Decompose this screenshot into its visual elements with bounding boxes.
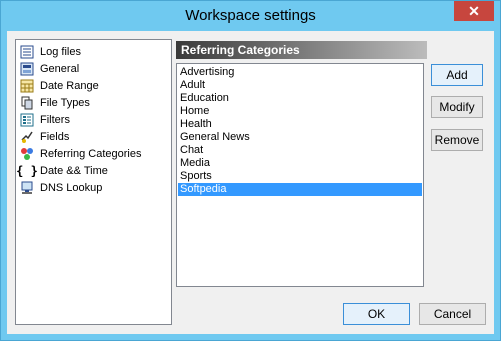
list-item[interactable]: Health [178,118,422,131]
tree-item-label: Log files [40,45,81,58]
log-files-icon [20,45,34,59]
tree-item-label: Referring Categories [40,147,142,160]
categories-list[interactable]: Advertising Adult Education Home Health … [176,63,424,287]
file-types-icon [20,96,34,110]
tree-item-label: Filters [40,113,70,126]
list-item[interactable]: Education [178,92,422,105]
computer-icon [20,181,34,195]
tree-item-dns-lookup[interactable]: DNS Lookup [20,179,102,196]
list-item[interactable]: Home [178,105,422,118]
filters-icon [20,113,34,127]
fields-icon [20,130,34,144]
tree-item-filters[interactable]: Filters [20,111,70,128]
list-item[interactable]: Adult [178,79,422,92]
window-title: Workspace settings [185,7,316,24]
tree-item-log-files[interactable]: Log files [20,43,81,60]
list-item[interactable]: Chat [178,144,422,157]
list-item[interactable]: Advertising [178,66,422,79]
tree-item-label: DNS Lookup [40,181,103,194]
tree-item-fields[interactable]: Fields [20,128,69,145]
ok-button[interactable]: OK [343,303,410,325]
tree-item-label: Date Range [40,79,99,92]
tree-item-label: Date && Time [40,164,108,177]
categories-icon [20,147,34,161]
list-item[interactable]: Media [178,157,422,170]
list-item[interactable]: General News [178,131,422,144]
tree-item-general[interactable]: General [20,60,79,77]
tree-item-referring-categories[interactable]: Referring Categories [20,145,142,162]
close-icon: ✕ [468,3,480,19]
modify-button[interactable]: Modify [431,96,483,118]
add-button[interactable]: Add [431,64,483,86]
general-icon [20,62,34,76]
tree-item-label: Fields [40,130,70,143]
cancel-button[interactable]: Cancel [419,303,486,325]
braces-icon: { } [16,163,38,178]
settings-tree: Log files General Date Range File Types [15,39,172,325]
tree-item-date-time[interactable]: { } Date && Time [16,162,108,179]
close-button[interactable]: ✕ [454,1,494,21]
list-item[interactable]: Sports [178,170,422,183]
dialog-client-area: Log files General Date Range File Types [7,31,494,334]
tree-item-date-range[interactable]: Date Range [20,77,99,94]
workspace-settings-window: Workspace settings ✕ Log files General D… [0,0,501,341]
calendar-icon [20,79,34,93]
tree-item-file-types[interactable]: File Types [20,94,90,111]
tree-item-label: File Types [40,96,90,109]
list-item-selected[interactable]: Softpedia [178,183,422,196]
remove-button[interactable]: Remove [431,129,483,151]
tree-item-label: General [40,62,80,75]
panel-header: Referring Categories [176,41,427,59]
title-bar: Workspace settings ✕ [1,1,500,31]
